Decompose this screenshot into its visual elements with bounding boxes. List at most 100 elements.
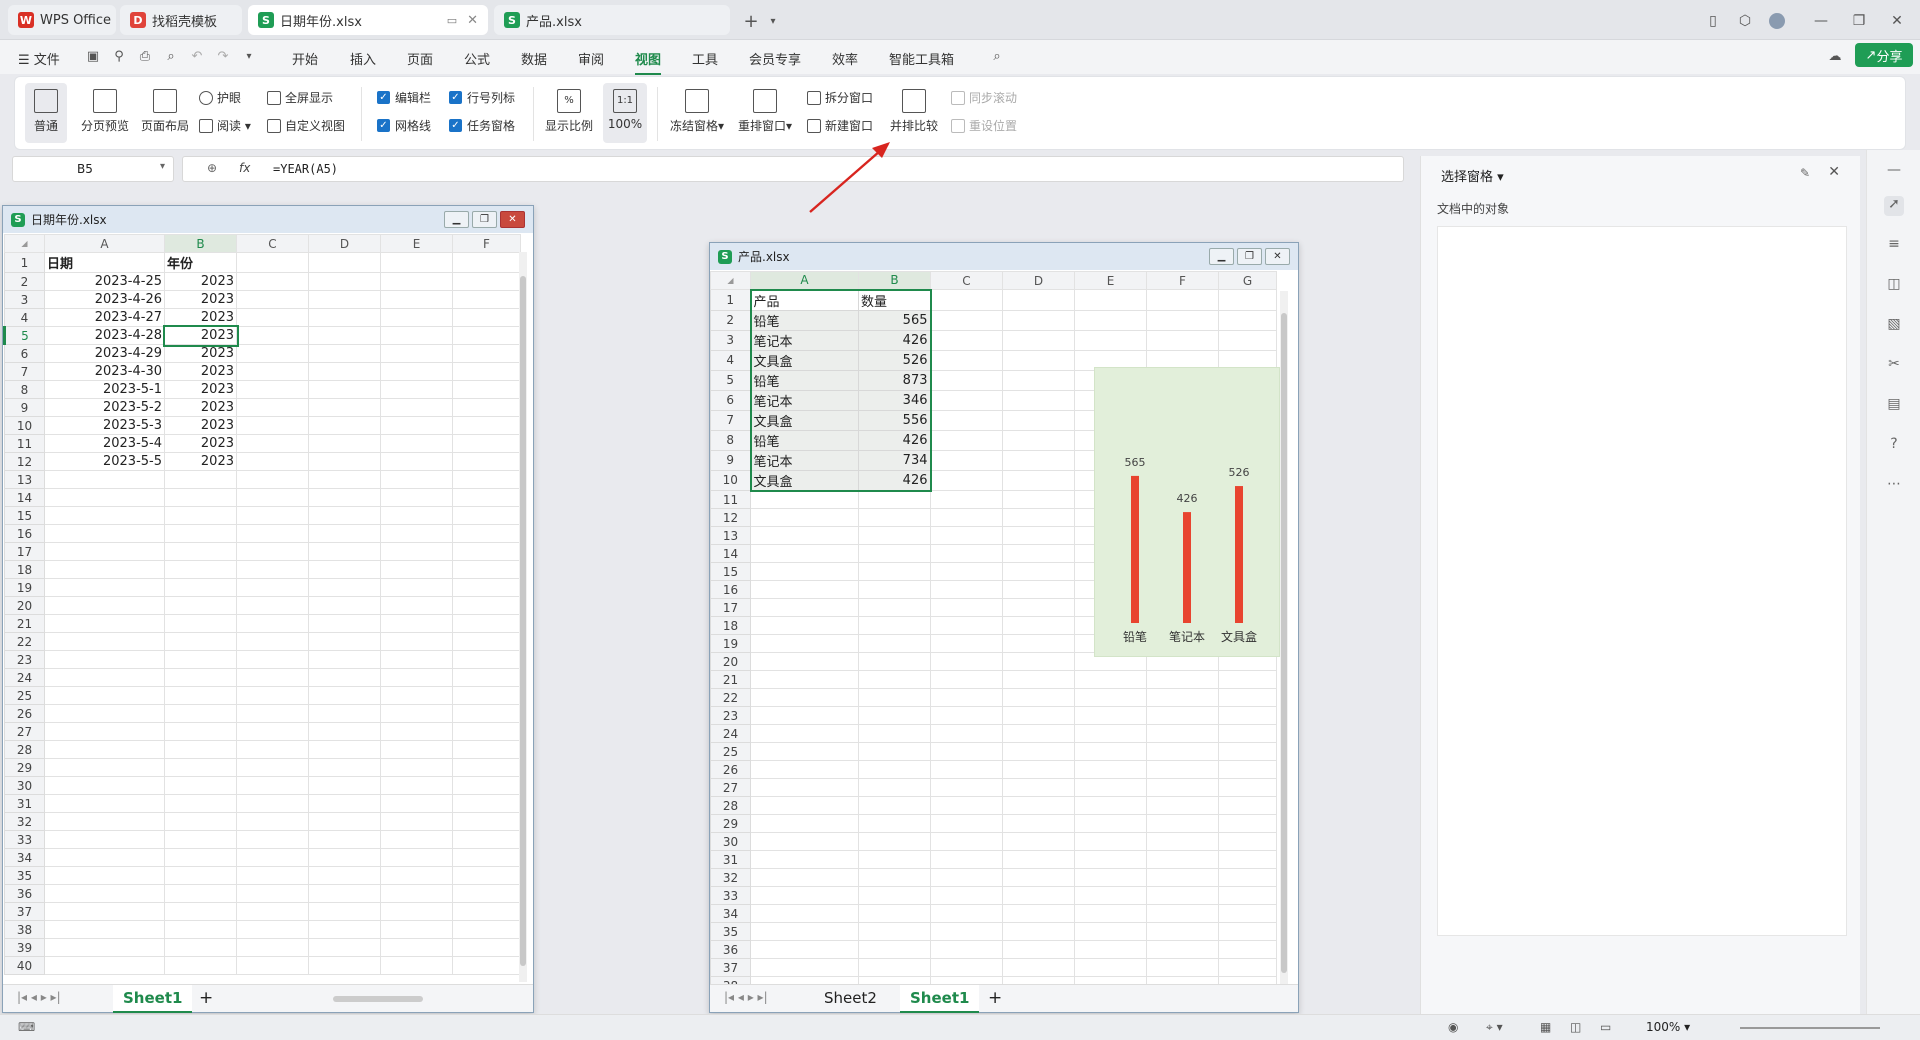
cursor-icon[interactable]: ➚ — [1884, 196, 1904, 216]
cell[interactable] — [1002, 329, 1075, 351]
row-header[interactable]: 26 — [710, 760, 751, 779]
cell[interactable]: 2023 — [164, 380, 237, 399]
row-header[interactable]: 25 — [710, 742, 751, 761]
row-header[interactable]: 38 — [4, 920, 45, 939]
cell[interactable] — [308, 542, 381, 561]
cell[interactable] — [44, 902, 165, 921]
menu-smart-toolbox[interactable]: 智能工具箱 — [889, 49, 954, 68]
cell[interactable] — [164, 902, 237, 921]
cell[interactable] — [236, 542, 309, 561]
cell[interactable] — [750, 562, 859, 581]
cell[interactable] — [858, 796, 931, 815]
cell[interactable]: 2023 — [164, 344, 237, 363]
cell[interactable] — [452, 380, 521, 399]
cell[interactable] — [308, 488, 381, 507]
row-header[interactable]: 13 — [710, 526, 751, 545]
row-header[interactable]: 29 — [710, 814, 751, 833]
vertical-scrollbar[interactable] — [1280, 291, 1288, 986]
cell[interactable] — [44, 866, 165, 885]
cell[interactable] — [236, 488, 309, 507]
cell[interactable] — [164, 758, 237, 777]
row-header[interactable]: 26 — [4, 704, 45, 723]
cell[interactable] — [750, 616, 859, 635]
restore-icon[interactable]: ❐ — [472, 211, 497, 228]
row-header[interactable]: 20 — [4, 596, 45, 615]
minimize-icon[interactable]: ▁ — [444, 211, 469, 228]
save-icon[interactable]: ▣ — [84, 48, 102, 66]
cell[interactable] — [750, 868, 859, 887]
row-header[interactable]: 1 — [710, 289, 751, 311]
cell[interactable] — [1146, 724, 1219, 743]
normal-view-button[interactable]: 普通 — [25, 83, 67, 143]
bar-chart[interactable]: 565 铅笔 426 笔记本 526 文具盒 — [1094, 367, 1280, 657]
cell[interactable] — [308, 650, 381, 669]
row-header[interactable]: 20 — [710, 652, 751, 671]
cell[interactable] — [1002, 724, 1075, 743]
cell[interactable] — [1002, 526, 1075, 545]
new-window-button[interactable]: 新建窗口 — [807, 117, 873, 134]
image-icon[interactable]: ▧ — [1884, 316, 1904, 336]
minimize-icon[interactable]: — — [1810, 10, 1832, 32]
row-header[interactable]: 16 — [4, 524, 45, 543]
cell[interactable] — [380, 758, 453, 777]
cell[interactable]: 2023 — [162, 324, 239, 347]
cell[interactable] — [452, 632, 521, 651]
cell[interactable] — [164, 578, 237, 597]
undo-icon[interactable]: ↶ — [188, 48, 206, 66]
cell[interactable] — [452, 902, 521, 921]
print-icon[interactable]: ⎙ — [136, 48, 154, 66]
cell[interactable] — [380, 596, 453, 615]
cell[interactable] — [858, 688, 931, 707]
select-all-corner[interactable]: ◢ — [4, 234, 45, 253]
cell[interactable] — [236, 416, 309, 435]
cell[interactable] — [308, 380, 381, 399]
cell[interactable] — [308, 416, 381, 435]
cell[interactable] — [452, 362, 521, 381]
cell[interactable] — [452, 326, 521, 345]
row-header[interactable]: 8 — [4, 380, 45, 399]
cell[interactable] — [1146, 886, 1219, 905]
cell[interactable] — [308, 830, 381, 849]
cell[interactable]: 426 — [858, 469, 932, 492]
cell[interactable] — [236, 252, 309, 273]
cell[interactable] — [452, 776, 521, 795]
cell[interactable] — [380, 938, 453, 957]
cell[interactable] — [1002, 490, 1075, 509]
cell[interactable] — [1146, 289, 1219, 311]
cell[interactable] — [1218, 796, 1277, 815]
column-header[interactable]: F — [452, 234, 521, 253]
cell[interactable] — [858, 580, 931, 599]
cell[interactable]: 2023-4-29 — [44, 344, 165, 363]
row-header[interactable]: 10 — [4, 416, 45, 435]
cell[interactable]: 2023 — [164, 272, 237, 291]
cell[interactable] — [236, 272, 309, 291]
cell[interactable] — [1218, 329, 1277, 351]
cell[interactable] — [930, 469, 1003, 491]
redo-icon[interactable]: ↷ — [214, 48, 232, 66]
cell[interactable] — [44, 632, 165, 651]
row-header[interactable]: 37 — [4, 902, 45, 921]
cell[interactable] — [858, 724, 931, 743]
cell[interactable] — [750, 526, 859, 545]
cell[interactable] — [164, 668, 237, 687]
cell[interactable] — [452, 524, 521, 543]
cell[interactable] — [164, 470, 237, 489]
cell[interactable] — [1218, 940, 1277, 959]
cell[interactable] — [308, 794, 381, 813]
cell[interactable] — [858, 652, 931, 671]
cell[interactable]: 2023-5-2 — [44, 398, 165, 417]
row-header[interactable]: 16 — [710, 580, 751, 599]
cell[interactable] — [380, 830, 453, 849]
cell[interactable] — [236, 326, 309, 345]
row-header[interactable]: 21 — [4, 614, 45, 633]
cell[interactable] — [236, 848, 309, 867]
cell[interactable] — [236, 344, 309, 363]
page-layout-view-icon[interactable]: ▭ — [1600, 1020, 1611, 1034]
row-header[interactable]: 32 — [710, 868, 751, 887]
cell[interactable] — [308, 326, 381, 345]
cell[interactable] — [380, 920, 453, 939]
cell[interactable] — [1074, 289, 1147, 311]
sheet-tab-sheet1[interactable]: Sheet1 — [113, 985, 193, 1013]
cell[interactable]: 556 — [858, 409, 932, 431]
cell[interactable] — [1074, 329, 1147, 351]
